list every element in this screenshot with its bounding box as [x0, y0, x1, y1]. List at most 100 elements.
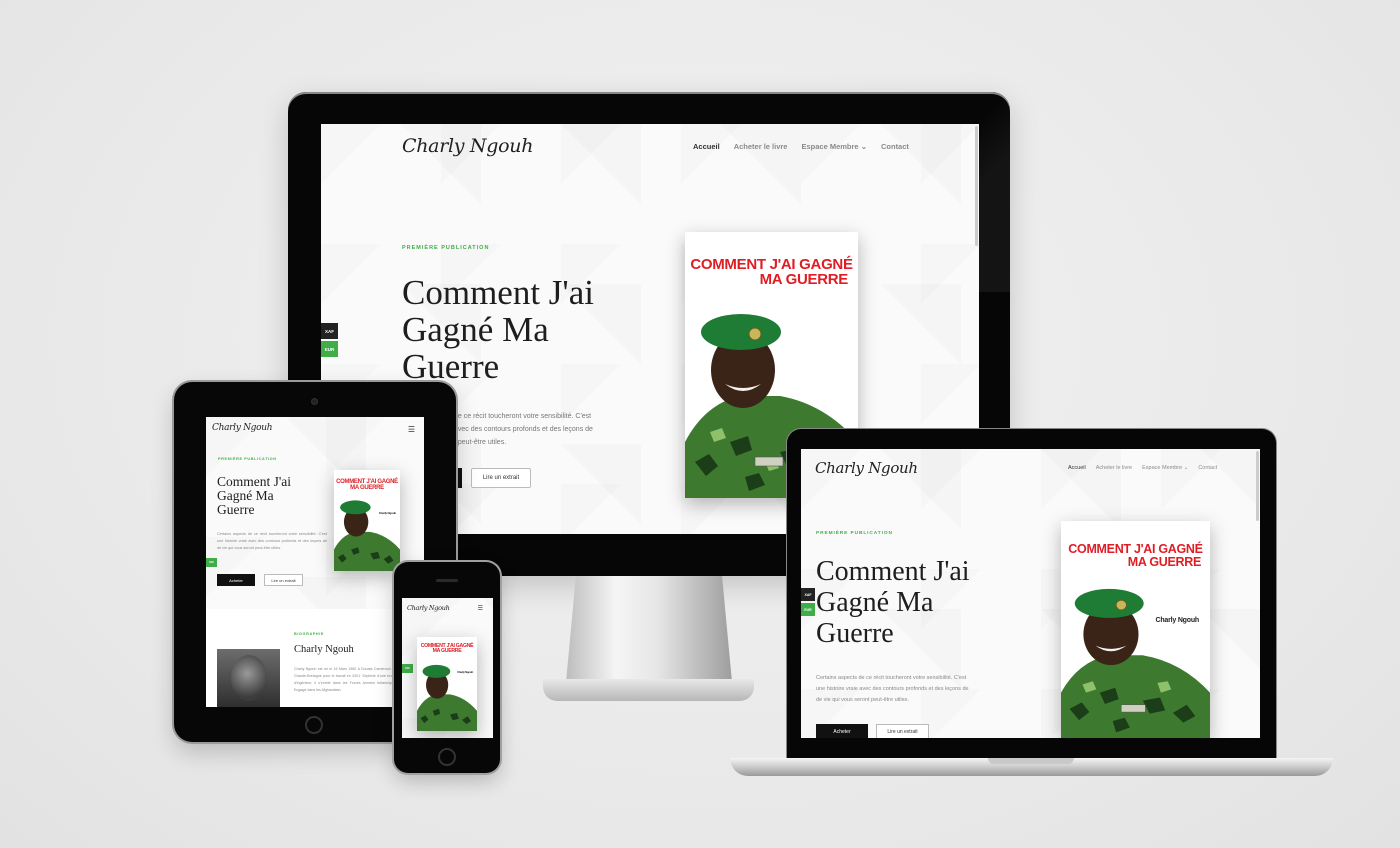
nav-espace-membre-label: Espace Membre	[801, 142, 859, 151]
laptop-scrollbar[interactable]	[1256, 451, 1259, 521]
laptop-book-title-line-2: MA GUERRE	[1127, 554, 1202, 569]
tablet-hero-text-3: de vie qui vous seront peut-être utiles.	[217, 546, 282, 550]
tablet-hero-text: Certains aspects de ce récit toucheront …	[217, 531, 327, 552]
phone-logo[interactable]: Charly Ngouh	[407, 604, 450, 612]
tablet-soldier-illustration	[334, 500, 400, 571]
tablet-screen: Charly Ngouh ☰ PREMIÈRE PUBLICATION Comm…	[206, 417, 424, 707]
laptop-soldier-illustration	[1061, 588, 1210, 738]
monitor-neck	[566, 576, 732, 682]
eyebrow: PREMIÈRE PUBLICATION	[402, 245, 490, 251]
chevron-down-icon: ⌄	[860, 142, 867, 151]
phone-home-button-icon[interactable]	[438, 748, 456, 766]
hero-text: de ce récit toucheront votre sensibilité…	[454, 410, 593, 449]
home-button-icon[interactable]	[305, 716, 323, 734]
book-title-line-2: MA GUERRE	[759, 271, 849, 288]
laptop-currency-eur-tag[interactable]: EUR	[801, 603, 815, 616]
laptop-currency-xaf-tag[interactable]: XAF	[801, 588, 815, 601]
laptop-nav-espace-membre-label: Espace Membre	[1142, 465, 1183, 471]
laptop-eyebrow: PREMIÈRE PUBLICATION	[816, 531, 893, 536]
laptop-hero-title: Comment J'ai Gagné Ma Guerre	[816, 556, 970, 649]
phone-currency-tag[interactable]: XAF	[402, 664, 413, 673]
bio-photo	[217, 649, 280, 707]
tablet-logo[interactable]: Charly Ngouh	[212, 423, 273, 433]
nav-contact[interactable]: Contact	[881, 142, 909, 151]
phone-speaker	[436, 579, 458, 582]
laptop-book-title-line-1: COMMENT J'AI GAGNÉ	[1068, 542, 1203, 556]
laptop-book-title: COMMENT J'AI GAGNÉ MA GUERRE	[1061, 543, 1210, 568]
phone-book-title: COMMENT J'AI GAGNÉ MA GUERRE	[417, 643, 477, 655]
tablet-eyebrow: PREMIÈRE PUBLICATION	[218, 457, 277, 461]
hero-title-line-2: Gagné Ma	[402, 310, 549, 349]
scrollbar[interactable]	[975, 126, 978, 246]
tablet-title-line-1: Comment J'ai	[217, 474, 292, 489]
laptop-title-line-3: Guerre	[816, 618, 894, 649]
phone-book-cover[interactable]: COMMENT J'AI GAGNÉ MA GUERRE Charly Ngou…	[417, 637, 477, 731]
phone-soldier-illustration	[417, 664, 477, 731]
laptop-logo[interactable]: Charly Ngouh	[815, 459, 918, 477]
laptop-title-line-2: Gagné Ma	[816, 587, 934, 618]
laptop-soldier-uniform	[1061, 655, 1210, 738]
laptop-nav-acheter[interactable]: Acheter le livre	[1096, 465, 1132, 471]
tablet-title-line-2: Gagné Ma	[217, 488, 274, 503]
tablet-book-cover[interactable]: COMMENT J'AI GAGNÉ MA GUERRE Charly Ngou…	[334, 470, 400, 571]
laptop-screen: Charly Ngouh Accueil Acheter le livre Es…	[801, 449, 1260, 738]
phone-book-title-line-2: MA GUERRE	[432, 648, 462, 655]
hero-title: Comment J'ai Gagné Ma Guerre	[402, 274, 594, 385]
laptop-notch	[988, 758, 1074, 764]
phone-screen: Charly Ngouh ☰ XAF COMMENT J'AI GAGNÉ MA…	[402, 598, 493, 738]
hero-text-line-3: t peut-être utiles.	[454, 439, 507, 446]
book-title-line-1: COMMENT J'AI GAGNÉ	[690, 256, 853, 273]
tablet-excerpt-button[interactable]: Lire un extrait	[264, 574, 303, 586]
laptop-hero-text-2: une histoire vraie avec des contours pro…	[816, 686, 969, 692]
laptop-name-tape	[1121, 704, 1146, 713]
laptop-hero-text-1: Certains aspects de ce récit toucheront …	[816, 675, 967, 681]
main-nav: Accueil Acheter le livre Espace Membre ⌄…	[693, 142, 909, 151]
hero-title-line-3: Guerre	[402, 347, 500, 386]
bio-section: BIOGRAPHIE Charly Ngouh Charly Ngouh est…	[206, 609, 424, 707]
laptop-hero-text-3: de vie qui vous seront peut-être utiles.	[816, 697, 909, 703]
laptop-excerpt-button[interactable]: Lire un extrait	[876, 724, 929, 738]
laptop-base	[730, 758, 1333, 776]
tablet-soldier-uniform	[334, 531, 400, 571]
monitor-base	[543, 679, 754, 701]
site-logo[interactable]: Charly Ngouh	[402, 135, 533, 157]
currency-eur-tag[interactable]: EUR	[321, 341, 338, 357]
phone-hamburger-menu-icon[interactable]: ☰	[478, 605, 483, 612]
tablet-hero-title: Comment J'ai Gagné Ma Guerre	[217, 475, 291, 517]
excerpt-button[interactable]: Lire un extrait	[471, 468, 531, 488]
hero-text-line-2: avec des contours profonds et des leçons…	[454, 426, 593, 433]
tablet-title-line-3: Guerre	[217, 502, 255, 517]
hero-text-line-1: de ce récit toucheront votre sensibilité…	[454, 413, 592, 420]
nav-acheter[interactable]: Acheter le livre	[734, 142, 788, 151]
name-tape	[754, 456, 784, 467]
phone-beret	[422, 664, 451, 678]
tablet-hero-text-2: une histoire vraie avec des contours pro…	[217, 539, 327, 543]
laptop-title-line-1: Comment J'ai	[816, 556, 970, 587]
phone-soldier-uniform	[417, 694, 477, 731]
nav-accueil[interactable]: Accueil	[693, 142, 720, 151]
laptop-book-cover[interactable]: COMMENT J'AI GAGNÉ MA GUERRE Charly Ngou…	[1061, 521, 1210, 738]
tablet-currency-xaf-tag[interactable]: XAF	[206, 558, 217, 567]
laptop-beret-badge	[1115, 599, 1127, 611]
laptop-beret	[1074, 588, 1144, 619]
tablet-book-title-line-2: MA GUERRE	[350, 485, 384, 491]
laptop-hero-text: Certains aspects de ce récit toucheront …	[816, 673, 969, 706]
beret	[701, 314, 781, 350]
laptop-nav-espace-membre[interactable]: Espace Membre ⌄	[1142, 465, 1188, 471]
book-title: COMMENT J'AI GAGNÉ MA GUERRE	[685, 257, 858, 287]
laptop-buy-button[interactable]: Acheter	[816, 724, 868, 738]
hero-title-line-1: Comment J'ai	[402, 273, 594, 312]
responsive-mockup-stage: Charly Ngouh Accueil Acheter le livre Es…	[0, 0, 1400, 848]
nav-espace-membre[interactable]: Espace Membre ⌄	[801, 142, 867, 151]
bio-photo-face	[231, 655, 267, 701]
hamburger-menu-icon[interactable]: ☰	[408, 425, 415, 434]
laptop-nav-accueil[interactable]: Accueil	[1068, 465, 1086, 471]
laptop-chevron-down-icon: ⌄	[1183, 465, 1189, 471]
tablet-buy-button[interactable]: Acheter	[217, 574, 255, 586]
laptop-main-nav: Accueil Acheter le livre Espace Membre ⌄…	[1068, 465, 1217, 471]
laptop-nav-contact[interactable]: Contact	[1198, 465, 1217, 471]
currency-xaf-tag[interactable]: XAF	[321, 323, 338, 339]
bio-eyebrow: BIOGRAPHIE	[294, 632, 325, 636]
camera-icon	[311, 398, 318, 405]
tablet-book-title: COMMENT J'AI GAGNÉ MA GUERRE	[334, 479, 400, 491]
